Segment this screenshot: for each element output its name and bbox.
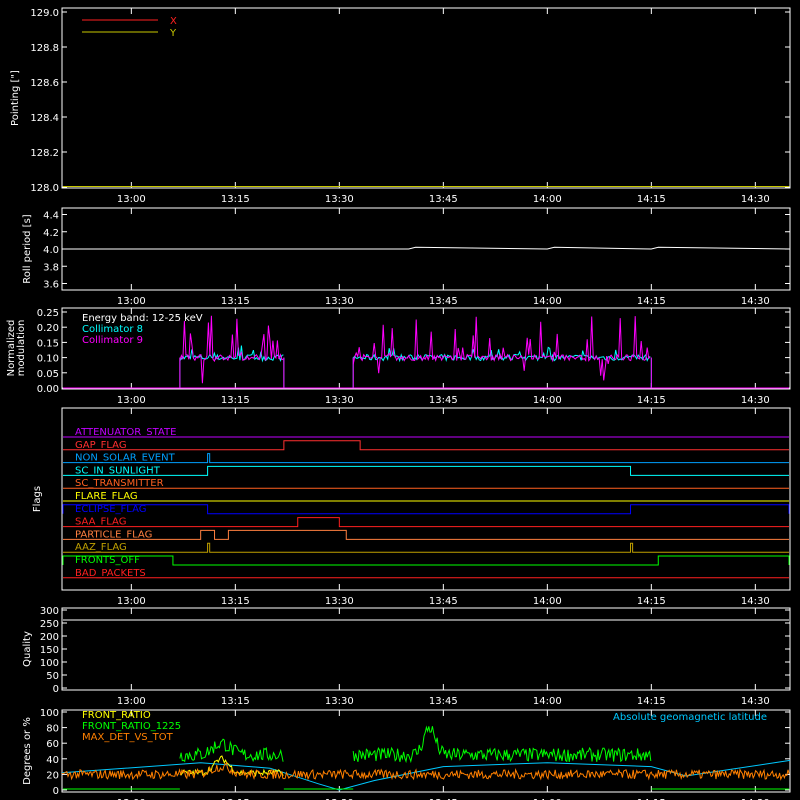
y-tick-label: 3.6 bbox=[43, 280, 59, 291]
x-tick-label: 13:45 bbox=[429, 596, 458, 607]
y-tick-label: 0.25 bbox=[37, 308, 59, 319]
energy-band-annotation: Energy band: 12-25 keV bbox=[82, 313, 203, 324]
y-tick-label: 4.0 bbox=[43, 245, 59, 256]
y-tick-label: 0 bbox=[53, 786, 59, 797]
x-tick-label: 13:45 bbox=[429, 194, 458, 205]
x-tick-label: 13:00 bbox=[117, 696, 146, 707]
y-axis-label: Degrees or % bbox=[22, 717, 33, 785]
x-tick-label: 14:15 bbox=[637, 696, 666, 707]
x-tick-label: 14:30 bbox=[741, 596, 770, 607]
x-tick-label: 14:30 bbox=[741, 296, 770, 307]
x-tick-label: 13:00 bbox=[117, 194, 146, 205]
geomagnetic-latitude-annotation: Absolute geomagnetic latitude bbox=[613, 712, 767, 723]
y-tick-label: 128.0 bbox=[30, 183, 59, 194]
x-tick-label: 13:45 bbox=[429, 696, 458, 707]
y-tick-label: 4.2 bbox=[43, 228, 59, 239]
y-tick-label: 80 bbox=[46, 724, 59, 735]
x-tick-label: 14:30 bbox=[741, 194, 770, 205]
y-tick-label: 40 bbox=[46, 755, 59, 766]
y-tick-label: 100 bbox=[40, 658, 59, 669]
y-tick-label: 4.4 bbox=[43, 211, 59, 222]
flag-label-sc_transmitter: SC_TRANSMITTER bbox=[75, 478, 164, 489]
y-tick-label: 0.20 bbox=[37, 323, 59, 334]
y-tick-label: 200 bbox=[40, 632, 59, 643]
x-tick-label: 13:15 bbox=[221, 596, 250, 607]
y-tick-label: 300 bbox=[40, 606, 59, 617]
y-axis-label: Pointing ["] bbox=[10, 70, 21, 126]
y-tick-label: 128.8 bbox=[30, 43, 59, 54]
x-tick-label: 14:15 bbox=[637, 296, 666, 307]
x-tick-label: 13:30 bbox=[325, 596, 354, 607]
x-tick-label: 13:15 bbox=[221, 194, 250, 205]
x-tick-label: 13:15 bbox=[221, 696, 250, 707]
legend-label-collimator: Collimator 8 bbox=[82, 324, 143, 335]
x-tick-label: 13:00 bbox=[117, 296, 146, 307]
x-tick-label: 13:30 bbox=[325, 696, 354, 707]
y-tick-label: 250 bbox=[40, 619, 59, 630]
x-tick-label: 13:30 bbox=[325, 395, 354, 406]
flag-label-particle_flag: PARTICLE_FLAG bbox=[75, 529, 152, 540]
x-tick-label: 13:15 bbox=[221, 395, 250, 406]
flag-label-bad_packets: BAD_PACKETS bbox=[75, 568, 146, 579]
x-tick-label: 14:30 bbox=[741, 395, 770, 406]
legend-label-Y: Y bbox=[169, 28, 177, 39]
y-tick-label: 0.15 bbox=[37, 338, 59, 349]
x-tick-label: 14:00 bbox=[533, 395, 562, 406]
flag-label-attenuator_state: ATTENUATOR_STATE bbox=[75, 427, 176, 438]
flag-label-saa_flag: SAA_FLAG bbox=[75, 517, 126, 528]
x-tick-label: 14:00 bbox=[533, 194, 562, 205]
x-tick-label: 13:00 bbox=[117, 596, 146, 607]
x-tick-label: 13:45 bbox=[429, 296, 458, 307]
legend-label-collimator: Collimator 9 bbox=[82, 335, 143, 346]
flag-label-flare_flag: FLARE_FLAG bbox=[75, 491, 138, 502]
x-tick-label: 14:00 bbox=[533, 696, 562, 707]
flag-label-eclipse_flag: ECLIPSE_FLAG bbox=[75, 504, 146, 515]
y-tick-label: 128.2 bbox=[30, 148, 59, 159]
y-tick-label: 0.00 bbox=[37, 384, 59, 395]
x-tick-label: 14:15 bbox=[637, 596, 666, 607]
y-tick-label: 20 bbox=[46, 770, 59, 781]
flag-label-sc_in_sunlight: SC_IN_SUNLIGHT bbox=[75, 465, 161, 476]
y-tick-label: 150 bbox=[40, 645, 59, 656]
flag-label-fronts_off: FRONTS_OFF bbox=[75, 555, 140, 566]
y-tick-label: 0.10 bbox=[37, 354, 59, 365]
x-tick-label: 13:45 bbox=[429, 395, 458, 406]
flag-label-gap_flag: GAP_FLAG bbox=[75, 440, 127, 451]
y-tick-label: 3.8 bbox=[43, 262, 59, 273]
legend-label-ratio: FRONT_RATIO bbox=[82, 710, 151, 721]
x-tick-label: 14:15 bbox=[637, 194, 666, 205]
y-tick-label: 128.6 bbox=[30, 78, 59, 89]
y-axis-label: Quality bbox=[22, 631, 33, 667]
flag-label-aaz_flag: AAZ_FLAG bbox=[75, 542, 127, 553]
x-tick-label: 13:00 bbox=[117, 395, 146, 406]
x-tick-label: 14:15 bbox=[637, 395, 666, 406]
y-tick-label: 60 bbox=[46, 739, 59, 750]
flag-label-non_solar_event: NON_SOLAR_EVENT bbox=[75, 453, 176, 464]
y-tick-label: 129.0 bbox=[30, 8, 59, 19]
y-axis-label: Flags bbox=[32, 486, 43, 512]
x-tick-label: 14:00 bbox=[533, 596, 562, 607]
legend-label-X: X bbox=[170, 16, 177, 27]
lightcurve-figure: 13:00 13:15 13:30 13:45 14:00 14:15 14:30 129.0… bbox=[0, 0, 800, 800]
y-axis-label: Roll period [s] bbox=[22, 214, 33, 283]
x-tick-label: 13:30 bbox=[325, 296, 354, 307]
x-tick-label: 14:30 bbox=[741, 696, 770, 707]
x-tick-label: 14:00 bbox=[533, 296, 562, 307]
y-tick-label: 128.4 bbox=[30, 113, 59, 124]
y-tick-label: 0.05 bbox=[37, 369, 59, 380]
x-tick-label: 13:15 bbox=[221, 296, 250, 307]
legend-label-ratio: FRONT_RATIO_1225 bbox=[82, 721, 181, 732]
legend-label-ratio: MAX_DET_VS_TOT bbox=[82, 732, 174, 743]
y-tick-label: 0 bbox=[53, 684, 59, 695]
y-tick-label: 50 bbox=[46, 671, 59, 682]
y-axis-label-line: modulation bbox=[16, 320, 27, 377]
x-tick-label: 13:30 bbox=[325, 194, 354, 205]
y-tick-label: 100 bbox=[40, 708, 59, 719]
